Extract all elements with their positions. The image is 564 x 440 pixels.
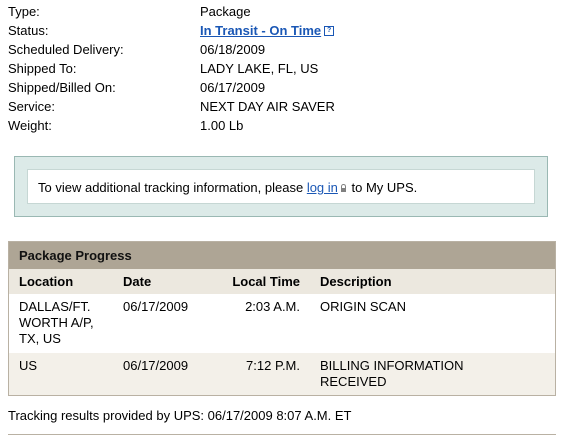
notice-prefix: To view additional tracking information,… — [38, 180, 307, 195]
type-label: Type: — [8, 4, 40, 19]
location-cell: DALLAS/FT. WORTH A/P, TX, US — [19, 299, 94, 346]
column-header-date: Date — [123, 274, 152, 289]
status-link[interactable]: In Transit - On Time — [200, 23, 321, 38]
help-icon[interactable]: ? — [324, 26, 335, 36]
type-value: Package — [200, 4, 251, 19]
login-link[interactable]: log in — [307, 180, 338, 195]
shipped-billed-on-value: 06/17/2009 — [200, 80, 266, 95]
table-header: Location Date Local Time Description — [9, 269, 555, 294]
location-cell: US — [19, 358, 38, 373]
column-header-local-time: Local Time — [232, 274, 300, 289]
scheduled-delivery-label: Scheduled Delivery: — [8, 42, 124, 57]
shipped-to-value: LADY LAKE, FL, US — [200, 61, 319, 76]
time-cell: 2:03 A.M. — [245, 299, 300, 314]
footer-divider — [8, 434, 556, 435]
shipped-to-label: Shipped To: — [8, 61, 77, 76]
notice-suffix: to My UPS. — [347, 180, 418, 195]
date-cell: 06/17/2009 — [123, 358, 189, 373]
weight-value: 1.00 Lb — [200, 118, 244, 133]
description-cell: ORIGIN SCAN — [320, 299, 406, 314]
table-row: US 06/17/2009 7:12 P.M. BILLING INFORMAT… — [9, 353, 555, 395]
lock-icon — [340, 184, 346, 192]
table-row: DALLAS/FT. WORTH A/P, TX, US 06/17/2009 … — [9, 294, 555, 353]
date-cell: 06/17/2009 — [123, 299, 189, 314]
weight-label: Weight: — [8, 118, 52, 133]
login-notice: To view additional tracking information,… — [27, 169, 535, 204]
scheduled-delivery-value: 06/18/2009 — [200, 42, 266, 57]
shipped-billed-on-label: Shipped/Billed On: — [8, 80, 116, 95]
description-cell: BILLING INFORMATION RECEIVED — [320, 358, 464, 389]
time-cell: 7:12 P.M. — [246, 358, 300, 373]
service-value: NEXT DAY AIR SAVER — [200, 99, 335, 114]
package-progress-table: Package Progress Location Date Local Tim… — [8, 241, 556, 396]
login-notice-box: To view additional tracking information,… — [14, 156, 548, 217]
package-progress-title: Package Progress — [9, 242, 555, 269]
service-label: Service: — [8, 99, 55, 114]
status-label: Status: — [8, 23, 49, 38]
column-header-description: Description — [320, 274, 392, 289]
column-header-location: Location — [19, 274, 74, 289]
tracking-results-footer: Tracking results provided by UPS: 06/17/… — [8, 408, 352, 423]
status-value: In Transit - On Time? — [200, 21, 335, 40]
